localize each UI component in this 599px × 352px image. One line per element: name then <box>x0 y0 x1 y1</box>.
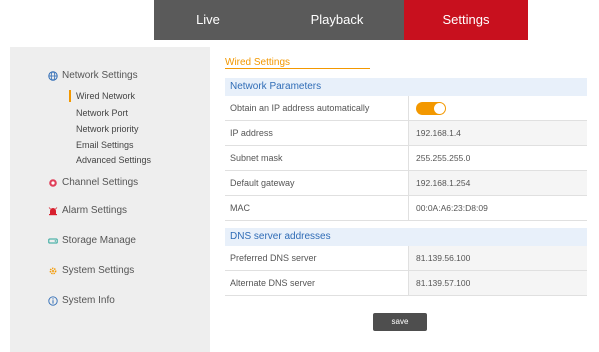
subnet-mask-field[interactable]: 255.255.255.0 <box>409 146 587 170</box>
sidebar-group-storage-manage[interactable]: Storage Manage <box>48 235 136 246</box>
sidebar-item-network-port[interactable]: Network Port <box>76 108 128 118</box>
obtain-ip-toggle[interactable] <box>416 102 446 116</box>
row-label: Obtain an IP address automatically <box>225 96 409 120</box>
section-header: DNS server addresses <box>225 228 587 246</box>
save-button[interactable]: save <box>373 313 427 331</box>
sidebar-group-label: Channel Settings <box>62 177 139 188</box>
topbar-right-spacer <box>528 0 599 40</box>
row-value <box>409 96 587 120</box>
title-underline <box>225 68 370 69</box>
sidebar-group-system-settings[interactable]: System Settings <box>48 265 134 276</box>
info-icon <box>48 295 58 306</box>
tab-playback[interactable]: Playback <box>282 0 392 40</box>
preferred-dns-field[interactable]: 81.139.56.100 <box>409 246 587 270</box>
row-label: Alternate DNS server <box>225 271 409 295</box>
sidebar-item-advanced-settings[interactable]: Advanced Settings <box>76 155 151 165</box>
alarm-icon <box>48 206 58 215</box>
row-default-gateway: Default gateway 192.168.1.254 <box>225 171 587 196</box>
sidebar-group-network-settings[interactable]: Network Settings <box>48 70 138 81</box>
tab-live[interactable]: Live <box>168 0 248 40</box>
sidebar-item-wired-network[interactable]: Wired Network <box>68 90 135 102</box>
row-subnet-mask: Subnet mask 255.255.255.0 <box>225 146 587 171</box>
dns-section: DNS server addresses Preferred DNS serve… <box>225 228 587 296</box>
row-label: IP address <box>225 121 409 145</box>
row-mac: MAC 00:0A:A6:23:D8:09 <box>225 196 587 221</box>
default-gateway-field[interactable]: 192.168.1.254 <box>409 171 587 195</box>
row-alternate-dns: Alternate DNS server 81.139.57.100 <box>225 271 587 296</box>
sidebar-group-label: Network Settings <box>62 70 138 81</box>
tab-settings[interactable]: Settings <box>404 0 528 40</box>
storage-icon <box>48 238 58 243</box>
sidebar-group-channel-settings[interactable]: Channel Settings <box>48 177 138 188</box>
page-title-wired-settings[interactable]: Wired Settings <box>225 57 290 68</box>
row-label: Default gateway <box>225 171 409 195</box>
row-obtain-ip-auto: Obtain an IP address automatically <box>225 96 587 121</box>
row-label: MAC <box>225 196 409 220</box>
sidebar-group-label: Alarm Settings <box>62 205 128 216</box>
sidebar-group-label: System Info <box>62 295 115 306</box>
camera-icon <box>49 178 57 187</box>
row-ip-address: IP address 192.168.1.4 <box>225 121 587 146</box>
sidebar-group-label: System Settings <box>62 265 135 276</box>
row-label: Subnet mask <box>225 146 409 170</box>
alternate-dns-field[interactable]: 81.139.57.100 <box>409 271 587 295</box>
top-navigation-bar: Live Playback Settings <box>0 0 599 40</box>
sidebar-group-system-info[interactable]: System Info <box>48 295 115 306</box>
topbar-left-spacer <box>0 0 154 40</box>
row-preferred-dns: Preferred DNS server 81.139.56.100 <box>225 246 587 271</box>
sidebar-group-label: Storage Manage <box>62 235 136 246</box>
network-parameters-section: Network Parameters Obtain an IP address … <box>225 78 587 221</box>
globe-icon <box>48 70 58 81</box>
section-header: Network Parameters <box>225 78 587 96</box>
sidebar-group-alarm-settings[interactable]: Alarm Settings <box>48 205 127 216</box>
ip-address-field[interactable]: 192.168.1.4 <box>409 121 587 145</box>
sidebar-item-email-settings[interactable]: Email Settings <box>76 140 134 150</box>
gear-icon <box>49 267 57 274</box>
row-label: Preferred DNS server <box>225 246 409 270</box>
mac-address-value: 00:0A:A6:23:D8:09 <box>409 196 587 220</box>
sidebar-item-network-priority[interactable]: Network priority <box>76 124 139 134</box>
